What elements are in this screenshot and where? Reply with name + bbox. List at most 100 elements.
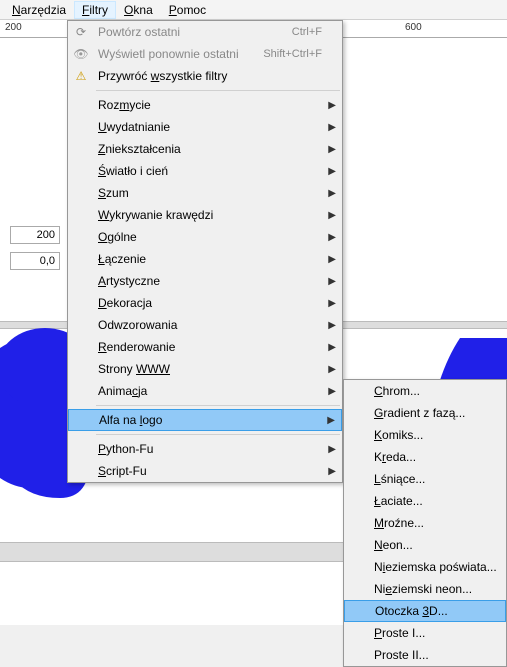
menu-label: Szum bbox=[98, 186, 129, 200]
menu-label: Dekoracja bbox=[98, 296, 152, 310]
item-frosty[interactable]: Mroźne... bbox=[344, 512, 506, 534]
menu-label: Mroźne... bbox=[374, 516, 424, 530]
menubar: Narzędzia Filtry Okna Pomoc bbox=[0, 0, 507, 20]
chevron-right-icon: ▶ bbox=[328, 276, 336, 287]
submenu-script-fu[interactable]: Script-Fu ▶ bbox=[68, 460, 342, 482]
menu-label: Wykrywanie krawędzi bbox=[98, 208, 213, 222]
coord-input-1[interactable]: 200 bbox=[10, 226, 60, 244]
menu-label: Strony WWW bbox=[98, 362, 170, 376]
menu-label: Renderowanie bbox=[98, 340, 175, 354]
item-gradient-bevel[interactable]: Gradient z fazą... bbox=[344, 402, 506, 424]
menu-separator bbox=[96, 434, 340, 435]
menu-label: Chrom... bbox=[374, 384, 420, 398]
submenu-map[interactable]: Odwzorowania ▶ bbox=[68, 314, 342, 336]
submenu-python-fu[interactable]: Python-Fu ▶ bbox=[68, 438, 342, 460]
menu-label: Światło i cień bbox=[98, 164, 168, 178]
submenu-generic[interactable]: Ogólne▶ bbox=[68, 226, 342, 248]
submenu-web[interactable]: Strony WWW ▶ bbox=[68, 358, 342, 380]
alpha-to-logo-submenu: Chrom... Gradient z fazą... Komiks... Kr… bbox=[343, 379, 507, 667]
item-alien-glow[interactable]: Nieziemska poświata... bbox=[344, 556, 506, 578]
chevron-right-icon: ▶ bbox=[328, 188, 336, 199]
menu-label: Nieziemski neon... bbox=[374, 582, 472, 596]
item-chrom[interactable]: Chrom... bbox=[344, 380, 506, 402]
submenu-alpha-to-logo[interactable]: Alfa na logo ▶ bbox=[68, 409, 342, 431]
menu-label: Neon... bbox=[374, 538, 413, 552]
menu-windows[interactable]: Okna bbox=[116, 1, 161, 19]
menu-label: Script-Fu bbox=[98, 464, 147, 478]
menu-separator bbox=[96, 405, 340, 406]
chevron-right-icon: ▶ bbox=[328, 122, 336, 133]
warn-icon: ⚠ bbox=[73, 68, 89, 84]
refresh-icon: ⟳ bbox=[73, 24, 89, 40]
menu-reshow-last[interactable]: 👁 Wyświetl ponownie ostatni Shift+Ctrl+F bbox=[68, 43, 342, 65]
item-bovination[interactable]: Łaciate... bbox=[344, 490, 506, 512]
chevron-right-icon: ▶ bbox=[328, 166, 336, 177]
item-glossy[interactable]: Lśniące... bbox=[344, 468, 506, 490]
menu-label: Python-Fu bbox=[98, 442, 153, 456]
chevron-right-icon: ▶ bbox=[328, 254, 336, 265]
menu-repeat-last[interactable]: ⟳ Powtórz ostatni Ctrl+F bbox=[68, 21, 342, 43]
item-neon[interactable]: Neon... bbox=[344, 534, 506, 556]
menu-separator bbox=[96, 90, 340, 91]
menu-label: Zniekształcenia bbox=[98, 142, 181, 156]
menu-label: Wyświetl ponownie ostatni bbox=[98, 47, 239, 61]
menu-label: Ogólne bbox=[98, 230, 137, 244]
submenu-combine[interactable]: Łączenie ▶ bbox=[68, 248, 342, 270]
menu-label: Nieziemska poświata... bbox=[374, 560, 497, 574]
menu-label: Komiks... bbox=[374, 428, 423, 442]
menu-label: Gradient z fazą... bbox=[374, 406, 465, 420]
submenu-blur[interactable]: Rozmycie ▶ bbox=[68, 94, 342, 116]
chevron-right-icon: ▶ bbox=[328, 364, 336, 375]
chevron-right-icon: ▶ bbox=[327, 415, 335, 426]
menu-filters[interactable]: Filtry bbox=[74, 1, 116, 19]
item-3d-outline[interactable]: Otoczka 3D... bbox=[344, 600, 506, 622]
submenu-edge-detect[interactable]: Wykrywanie krawędzi ▶ bbox=[68, 204, 342, 226]
chevron-right-icon: ▶ bbox=[328, 144, 336, 155]
submenu-render[interactable]: Renderowanie ▶ bbox=[68, 336, 342, 358]
menu-label: Łaciate... bbox=[374, 494, 423, 508]
chevron-right-icon: ▶ bbox=[328, 320, 336, 331]
chevron-right-icon: ▶ bbox=[328, 466, 336, 477]
menu-label: Przywróć wszystkie filtry bbox=[98, 69, 227, 83]
chevron-right-icon: ▶ bbox=[328, 298, 336, 309]
menu-label: Alfa na logo bbox=[99, 413, 162, 427]
submenu-distorts[interactable]: Zniekształcenia ▶ bbox=[68, 138, 342, 160]
menu-label: Proste I... bbox=[374, 626, 425, 640]
menu-label: Uwydatnianie bbox=[98, 120, 170, 134]
chevron-right-icon: ▶ bbox=[328, 444, 336, 455]
submenu-noise[interactable]: Szum ▶ bbox=[68, 182, 342, 204]
menu-label: Łączenie bbox=[98, 252, 146, 266]
submenu-light-shadow[interactable]: Światło i cień ▶ bbox=[68, 160, 342, 182]
menu-tools[interactable]: Narzędzia bbox=[4, 1, 74, 19]
item-comic[interactable]: Komiks... bbox=[344, 424, 506, 446]
menu-label: Rozmycie bbox=[98, 98, 151, 112]
ruler-tick: 600 bbox=[405, 22, 422, 33]
ruler-tick: 200 bbox=[5, 22, 22, 33]
menu-label: Proste II... bbox=[374, 648, 429, 662]
submenu-animation[interactable]: Animacja ▶ bbox=[68, 380, 342, 402]
item-chalk[interactable]: Kreda... bbox=[344, 446, 506, 468]
shortcut: Ctrl+F bbox=[292, 26, 322, 38]
eye-icon: 👁 bbox=[73, 46, 89, 62]
filters-menu: ⟳ Powtórz ostatni Ctrl+F 👁 Wyświetl pono… bbox=[67, 20, 343, 483]
chevron-right-icon: ▶ bbox=[328, 342, 336, 353]
coord-input-2[interactable]: 0,0 bbox=[10, 252, 60, 270]
menu-label: Animacja bbox=[98, 384, 147, 398]
chevron-right-icon: ▶ bbox=[328, 100, 336, 111]
submenu-artistic[interactable]: Artystyczne ▶ bbox=[68, 270, 342, 292]
item-alien-neon[interactable]: Nieziemski neon... bbox=[344, 578, 506, 600]
shortcut: Shift+Ctrl+F bbox=[263, 48, 322, 60]
item-basic1[interactable]: Proste I... bbox=[344, 622, 506, 644]
menu-label: Powtórz ostatni bbox=[98, 25, 180, 39]
menu-label: Lśniące... bbox=[374, 472, 425, 486]
item-basic2[interactable]: Proste II... bbox=[344, 644, 506, 666]
menu-help[interactable]: Pomoc bbox=[161, 1, 214, 19]
menu-reset-all-filters[interactable]: ⚠ Przywróć wszystkie filtry bbox=[68, 65, 342, 87]
chevron-right-icon: ▶ bbox=[328, 386, 336, 397]
menu-label: Odwzorowania bbox=[98, 318, 177, 332]
chevron-right-icon: ▶ bbox=[328, 210, 336, 221]
menu-label: Artystyczne bbox=[98, 274, 160, 288]
menu-label: Otoczka 3D... bbox=[375, 604, 448, 618]
submenu-decor[interactable]: Dekoracja ▶ bbox=[68, 292, 342, 314]
submenu-enhance[interactable]: Uwydatnianie ▶ bbox=[68, 116, 342, 138]
